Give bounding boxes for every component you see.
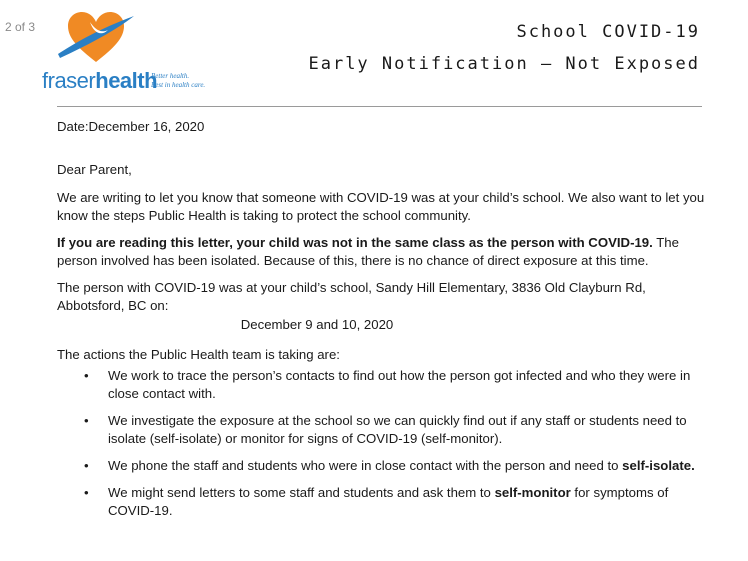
header-divider xyxy=(57,106,702,107)
bullet-icon: • xyxy=(84,485,89,500)
bullet-icon: • xyxy=(84,413,89,428)
brand-part-1: fraser xyxy=(42,68,96,93)
header-title-line-2: Early Notification – Not Exposed xyxy=(308,54,700,74)
fraser-health-logo: fraserhealth Better health. Best in heal… xyxy=(40,8,230,93)
action-text-bold: self-monitor xyxy=(494,485,571,500)
exposure-dates: December 9 and 10, 2020 xyxy=(240,317,394,332)
action-text: We phone the staff and students who were… xyxy=(108,458,623,473)
bullet-icon: • xyxy=(84,368,89,383)
location-paragraph: The person with COVID-19 was at your chi… xyxy=(57,280,646,313)
letter-date: Date:December 16, 2020 xyxy=(57,119,205,134)
list-item: • We phone the staff and students who we… xyxy=(57,457,707,475)
tagline-line-1: Better health. xyxy=(151,72,190,80)
document-page: 2 of 3 fraserhealth Better health. Best … xyxy=(0,0,748,561)
brand-tagline: Better health. Best in health care. xyxy=(151,72,221,90)
salutation: Dear Parent, xyxy=(57,162,132,177)
list-item: • We might send letters to some staff an… xyxy=(57,484,707,520)
letter-body: Date:December 16, 2020 Dear Parent, We a… xyxy=(57,118,707,529)
action-text: We investigate the exposure at the schoo… xyxy=(108,413,687,446)
notice-bold: If you are reading this letter, your chi… xyxy=(57,235,653,250)
heart-logo-icon xyxy=(58,12,134,62)
intro-paragraph: We are writing to let you know that some… xyxy=(57,190,705,223)
list-item: • We investigate the exposure at the sch… xyxy=(57,412,707,448)
brand-wordmark: fraserhealth xyxy=(42,68,158,94)
header-title-line-1: School COVID-19 xyxy=(516,22,700,42)
action-text: We work to trace the person’s contacts t… xyxy=(108,368,691,401)
action-text: We might send letters to some staff and … xyxy=(108,485,495,500)
notice-paragraph: If you are reading this letter, your chi… xyxy=(57,234,707,270)
actions-list: • We work to trace the person’s contacts… xyxy=(57,367,707,520)
tagline-line-2: Best in health care. xyxy=(151,81,206,89)
action-text-bold: self-isolate. xyxy=(622,458,695,473)
list-item: • We work to trace the person’s contacts… xyxy=(57,367,707,403)
brand-part-2: health xyxy=(95,68,158,93)
page-indicator: 2 of 3 xyxy=(5,20,36,34)
actions-intro: The actions the Public Health team is ta… xyxy=(57,347,340,362)
bullet-icon: • xyxy=(84,458,89,473)
